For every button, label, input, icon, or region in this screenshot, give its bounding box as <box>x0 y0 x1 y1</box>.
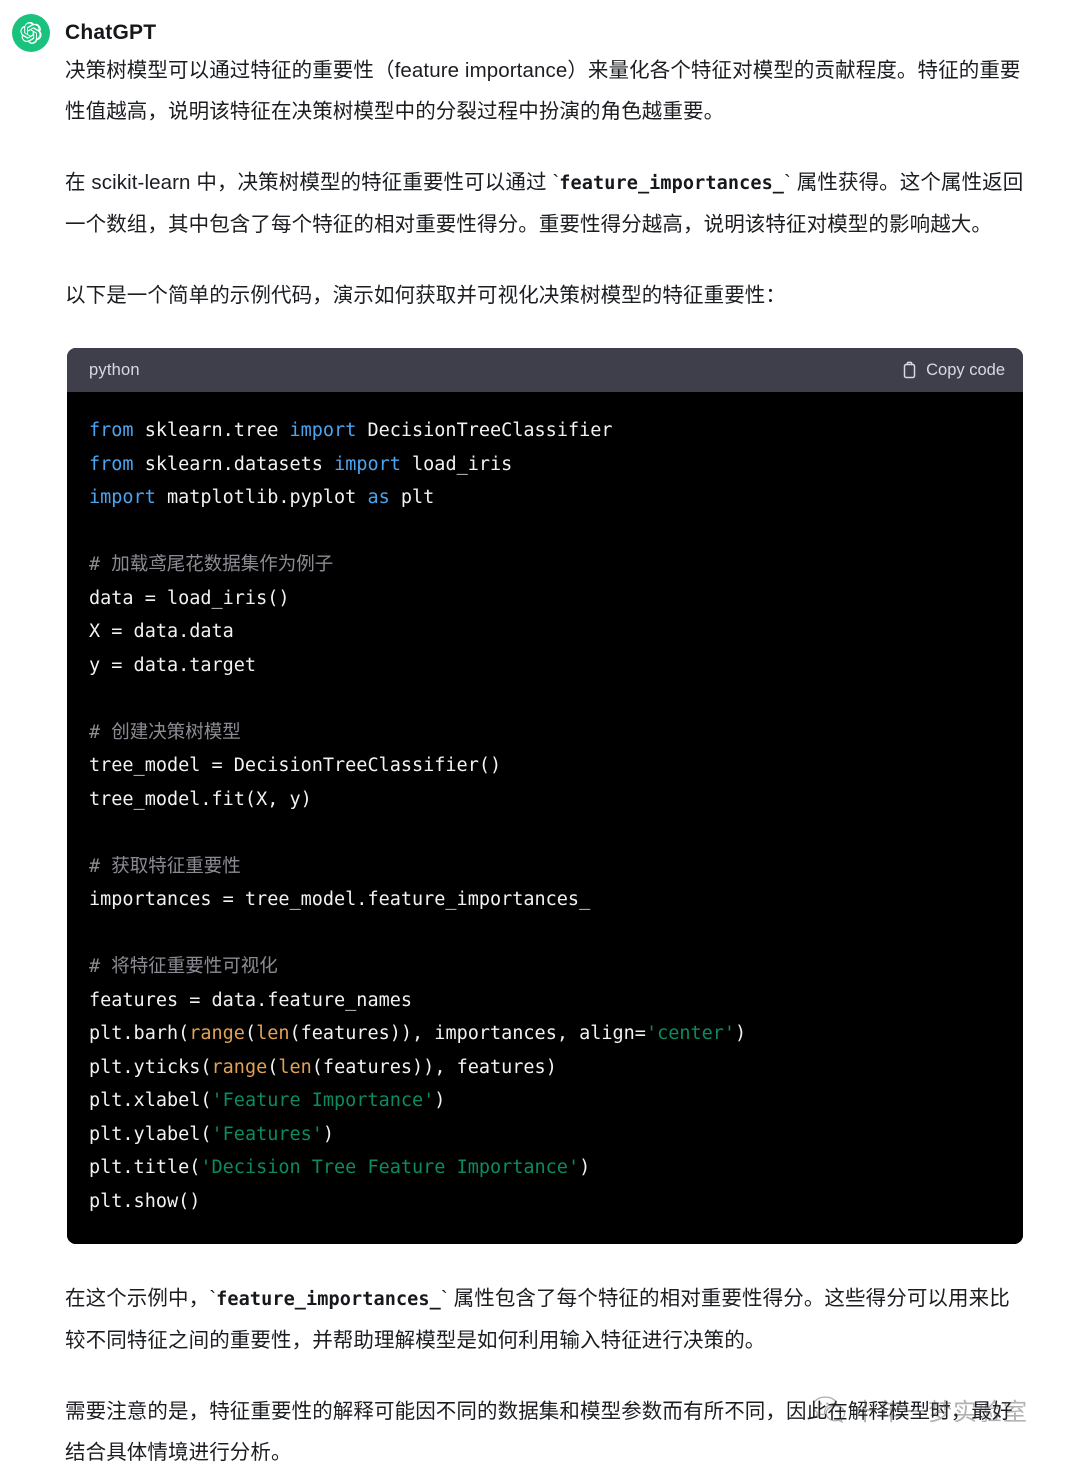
copy-code-label: Copy code <box>926 360 1005 379</box>
code-block-body[interactable]: from sklearn.tree import DecisionTreeCla… <box>67 392 1023 1244</box>
code-block: python Copy code from sklearn.tree impor… <box>67 348 1023 1244</box>
inline-code-feature-importances: feature_importances_ <box>559 173 785 194</box>
paragraph-5: 需要注意的是，特征重要性的解释可能因不同的数据集和模型参数而有所不同，因此在解释… <box>65 1400 1013 1464</box>
paragraph-2-text-before: 在 scikit-learn 中，决策树模型的特征重要性可以通过 ` <box>65 171 560 194</box>
chatgpt-message-page: ChatGPT 决策树模型可以通过特征的重要性（feature importan… <box>0 0 1080 1464</box>
message-body: 决策树模型可以通过特征的重要性（feature importance）来量化各个… <box>0 50 1080 1473</box>
openai-logo-icon <box>12 14 50 52</box>
inline-code-feature-importances-2: feature_importances_ <box>216 1289 441 1310</box>
code-language-label: python <box>89 360 140 379</box>
paragraph-1: 决策树模型可以通过特征的重要性（feature importance）来量化各个… <box>65 59 1021 123</box>
code-block-header: python Copy code <box>67 348 1023 392</box>
paragraph-4: 在这个示例中，`feature_importances_` 属性包含了每个特征的… <box>65 1278 1024 1361</box>
clipboard-icon <box>901 361 918 380</box>
code-content: from sklearn.tree import DecisionTreeCla… <box>89 420 747 1212</box>
paragraph-4-text-before: 在这个示例中，` <box>65 1287 217 1310</box>
message-header: ChatGPT <box>0 0 1080 52</box>
message-author: ChatGPT <box>65 21 157 44</box>
paragraph-3: 以下是一个简单的示例代码，演示如何获取并可视化决策树模型的特征重要性： <box>65 284 786 307</box>
paragraph-2: 在 scikit-learn 中，决策树模型的特征重要性可以通过 `featur… <box>65 162 1024 245</box>
copy-code-button[interactable]: Copy code <box>901 361 1005 380</box>
